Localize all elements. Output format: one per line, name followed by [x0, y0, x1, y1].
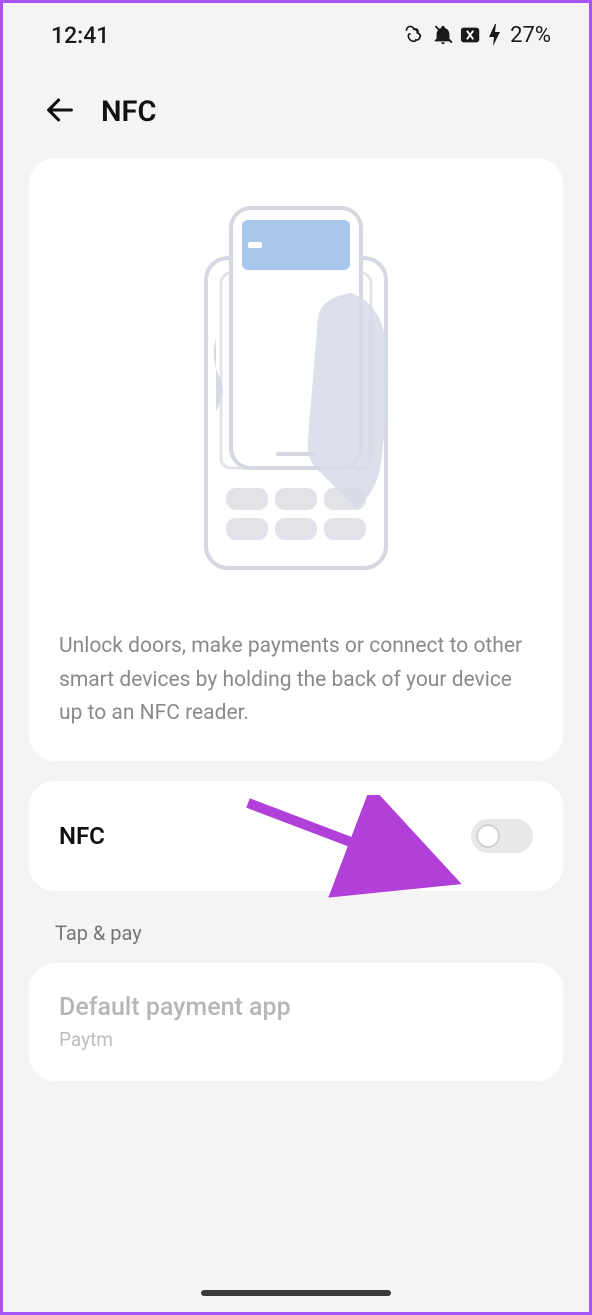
charging-icon: [488, 24, 502, 46]
default-payment-subtitle: Paytm: [59, 1028, 533, 1051]
mute-icon: [432, 24, 454, 46]
status-bar: 12:41 27%: [3, 3, 589, 63]
nfc-description: Unlock doors, make payments or connect t…: [55, 630, 537, 731]
default-payment-title: Default payment app: [59, 993, 533, 1022]
status-icons: 27%: [404, 23, 551, 48]
nfc-illustration: [55, 198, 537, 578]
do-not-disturb-icon: [404, 24, 426, 46]
nfc-toggle-switch[interactable]: [471, 819, 533, 853]
nfc-toggle-row[interactable]: NFC: [29, 781, 563, 891]
arrow-left-icon: [43, 93, 77, 127]
page-title: NFC: [101, 95, 156, 129]
status-time: 12:41: [51, 22, 109, 49]
header: NFC: [3, 63, 589, 158]
toggle-knob: [476, 824, 500, 848]
tap-pay-section-label: Tap & pay: [55, 921, 589, 945]
battery-saver-icon: [460, 26, 482, 44]
nfc-toggle-label: NFC: [59, 822, 105, 850]
back-button[interactable]: [43, 93, 77, 130]
battery-percent: 27%: [510, 23, 551, 48]
nfc-info-card: Unlock doors, make payments or connect t…: [29, 158, 563, 761]
default-payment-row[interactable]: Default payment app Paytm: [29, 963, 563, 1081]
home-indicator[interactable]: [201, 1290, 391, 1296]
